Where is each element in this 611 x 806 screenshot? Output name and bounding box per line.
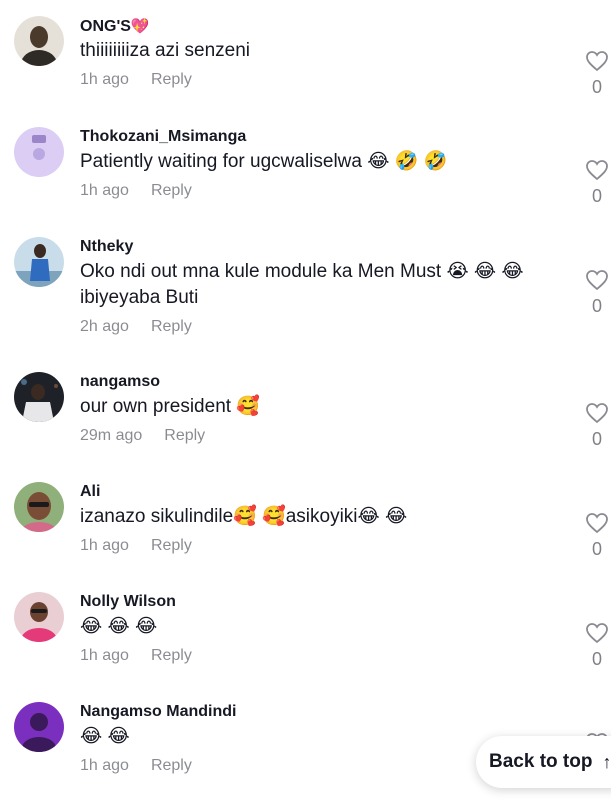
like-area: 0 bbox=[584, 269, 610, 317]
comment-meta: 1h ago Reply bbox=[80, 70, 551, 90]
back-to-top-label: Back to top bbox=[489, 751, 593, 772]
like-count: 0 bbox=[591, 649, 602, 669]
heart-outline-icon[interactable] bbox=[584, 512, 610, 534]
comment-body: ONG'S💖 thiiiiiiiiza azi senzeni 1h ago Re… bbox=[80, 16, 551, 90]
comment-text: thiiiiiiiiza azi senzeni bbox=[80, 40, 251, 61]
reply-button[interactable]: Reply bbox=[151, 647, 192, 664]
comment-text: 😂 😂 😂 bbox=[80, 616, 158, 637]
avatar[interactable] bbox=[14, 16, 64, 66]
like-count: 0 bbox=[591, 296, 602, 316]
like-area: 0 bbox=[584, 622, 610, 670]
like-area: 0 bbox=[584, 402, 610, 450]
comment-body: Nolly Wilson 😂 😂 😂 1h ago Reply bbox=[80, 592, 551, 666]
avatar[interactable] bbox=[14, 482, 64, 532]
timestamp: 2h ago bbox=[80, 318, 129, 335]
heart-outline-icon[interactable] bbox=[584, 402, 610, 424]
timestamp: 1h ago bbox=[80, 182, 129, 199]
comment-text: Patiently waiting for ugcwaliselwa 😂 🤣 🤣 bbox=[80, 151, 448, 172]
comment-meta: 1h ago Reply bbox=[80, 181, 551, 201]
comment-text: izanazo sikulindile🥰 🥰asikoyiki😂 😂 bbox=[80, 506, 408, 527]
comment-meta: 1h ago Reply bbox=[80, 536, 551, 556]
reply-button[interactable]: Reply bbox=[151, 537, 192, 554]
reply-button[interactable]: Reply bbox=[151, 71, 192, 88]
comment-text: Oko ndi out mna kule module ka Men Must … bbox=[80, 261, 524, 308]
reply-button[interactable]: Reply bbox=[151, 757, 192, 774]
comment-text: our own president 🥰 bbox=[80, 396, 260, 417]
like-area: 0 bbox=[584, 50, 610, 98]
arrow-up-icon: ↑ bbox=[602, 751, 611, 772]
timestamp: 29m ago bbox=[80, 427, 143, 444]
username[interactable]: Ali bbox=[80, 482, 551, 502]
avatar[interactable] bbox=[14, 127, 64, 177]
like-area: 0 bbox=[584, 159, 610, 207]
comment-body: Ali izanazo sikulindile🥰 🥰asikoyiki😂 😂 1… bbox=[80, 482, 551, 556]
username[interactable]: Nangamso Mandindi bbox=[80, 702, 551, 722]
like-count: 0 bbox=[591, 186, 602, 206]
avatar[interactable] bbox=[14, 592, 64, 642]
like-area: 0 bbox=[584, 512, 610, 560]
username[interactable]: Thokozani_Msimanga bbox=[80, 127, 551, 147]
like-count: 0 bbox=[591, 539, 602, 559]
timestamp: 1h ago bbox=[80, 71, 129, 88]
username[interactable]: Ntheky bbox=[80, 237, 551, 257]
like-count: 0 bbox=[591, 77, 602, 97]
timestamp: 1h ago bbox=[80, 647, 129, 664]
avatar[interactable] bbox=[14, 702, 64, 752]
comment-meta: 2h ago Reply bbox=[80, 317, 551, 337]
avatar[interactable] bbox=[14, 372, 64, 422]
like-count: 0 bbox=[591, 429, 602, 449]
reply-button[interactable]: Reply bbox=[151, 182, 192, 199]
back-to-top-button[interactable]: Back to top ↑ bbox=[476, 736, 611, 788]
comment-body: Thokozani_Msimanga Patiently waiting for… bbox=[80, 127, 551, 201]
comment-body: Ntheky Oko ndi out mna kule module ka Me… bbox=[80, 237, 551, 337]
reply-button[interactable]: Reply bbox=[151, 318, 192, 335]
heart-outline-icon[interactable] bbox=[584, 269, 610, 291]
username[interactable]: nangamso bbox=[80, 372, 551, 392]
heart-outline-icon[interactable] bbox=[584, 622, 610, 644]
comment-meta: 1h ago Reply bbox=[80, 646, 551, 666]
reply-button[interactable]: Reply bbox=[164, 427, 205, 444]
heart-badge-icon: 💖 bbox=[130, 17, 150, 35]
comment-meta: 29m ago Reply bbox=[80, 426, 551, 446]
heart-outline-icon[interactable] bbox=[584, 50, 610, 72]
heart-outline-icon[interactable] bbox=[584, 159, 610, 181]
username[interactable]: ONG'S💖 bbox=[80, 16, 551, 36]
comment-body: nangamso our own president 🥰 29m ago Repl… bbox=[80, 372, 551, 446]
avatar[interactable] bbox=[14, 237, 64, 287]
timestamp: 1h ago bbox=[80, 537, 129, 554]
timestamp: 1h ago bbox=[80, 757, 129, 774]
username[interactable]: Nolly Wilson bbox=[80, 592, 551, 612]
